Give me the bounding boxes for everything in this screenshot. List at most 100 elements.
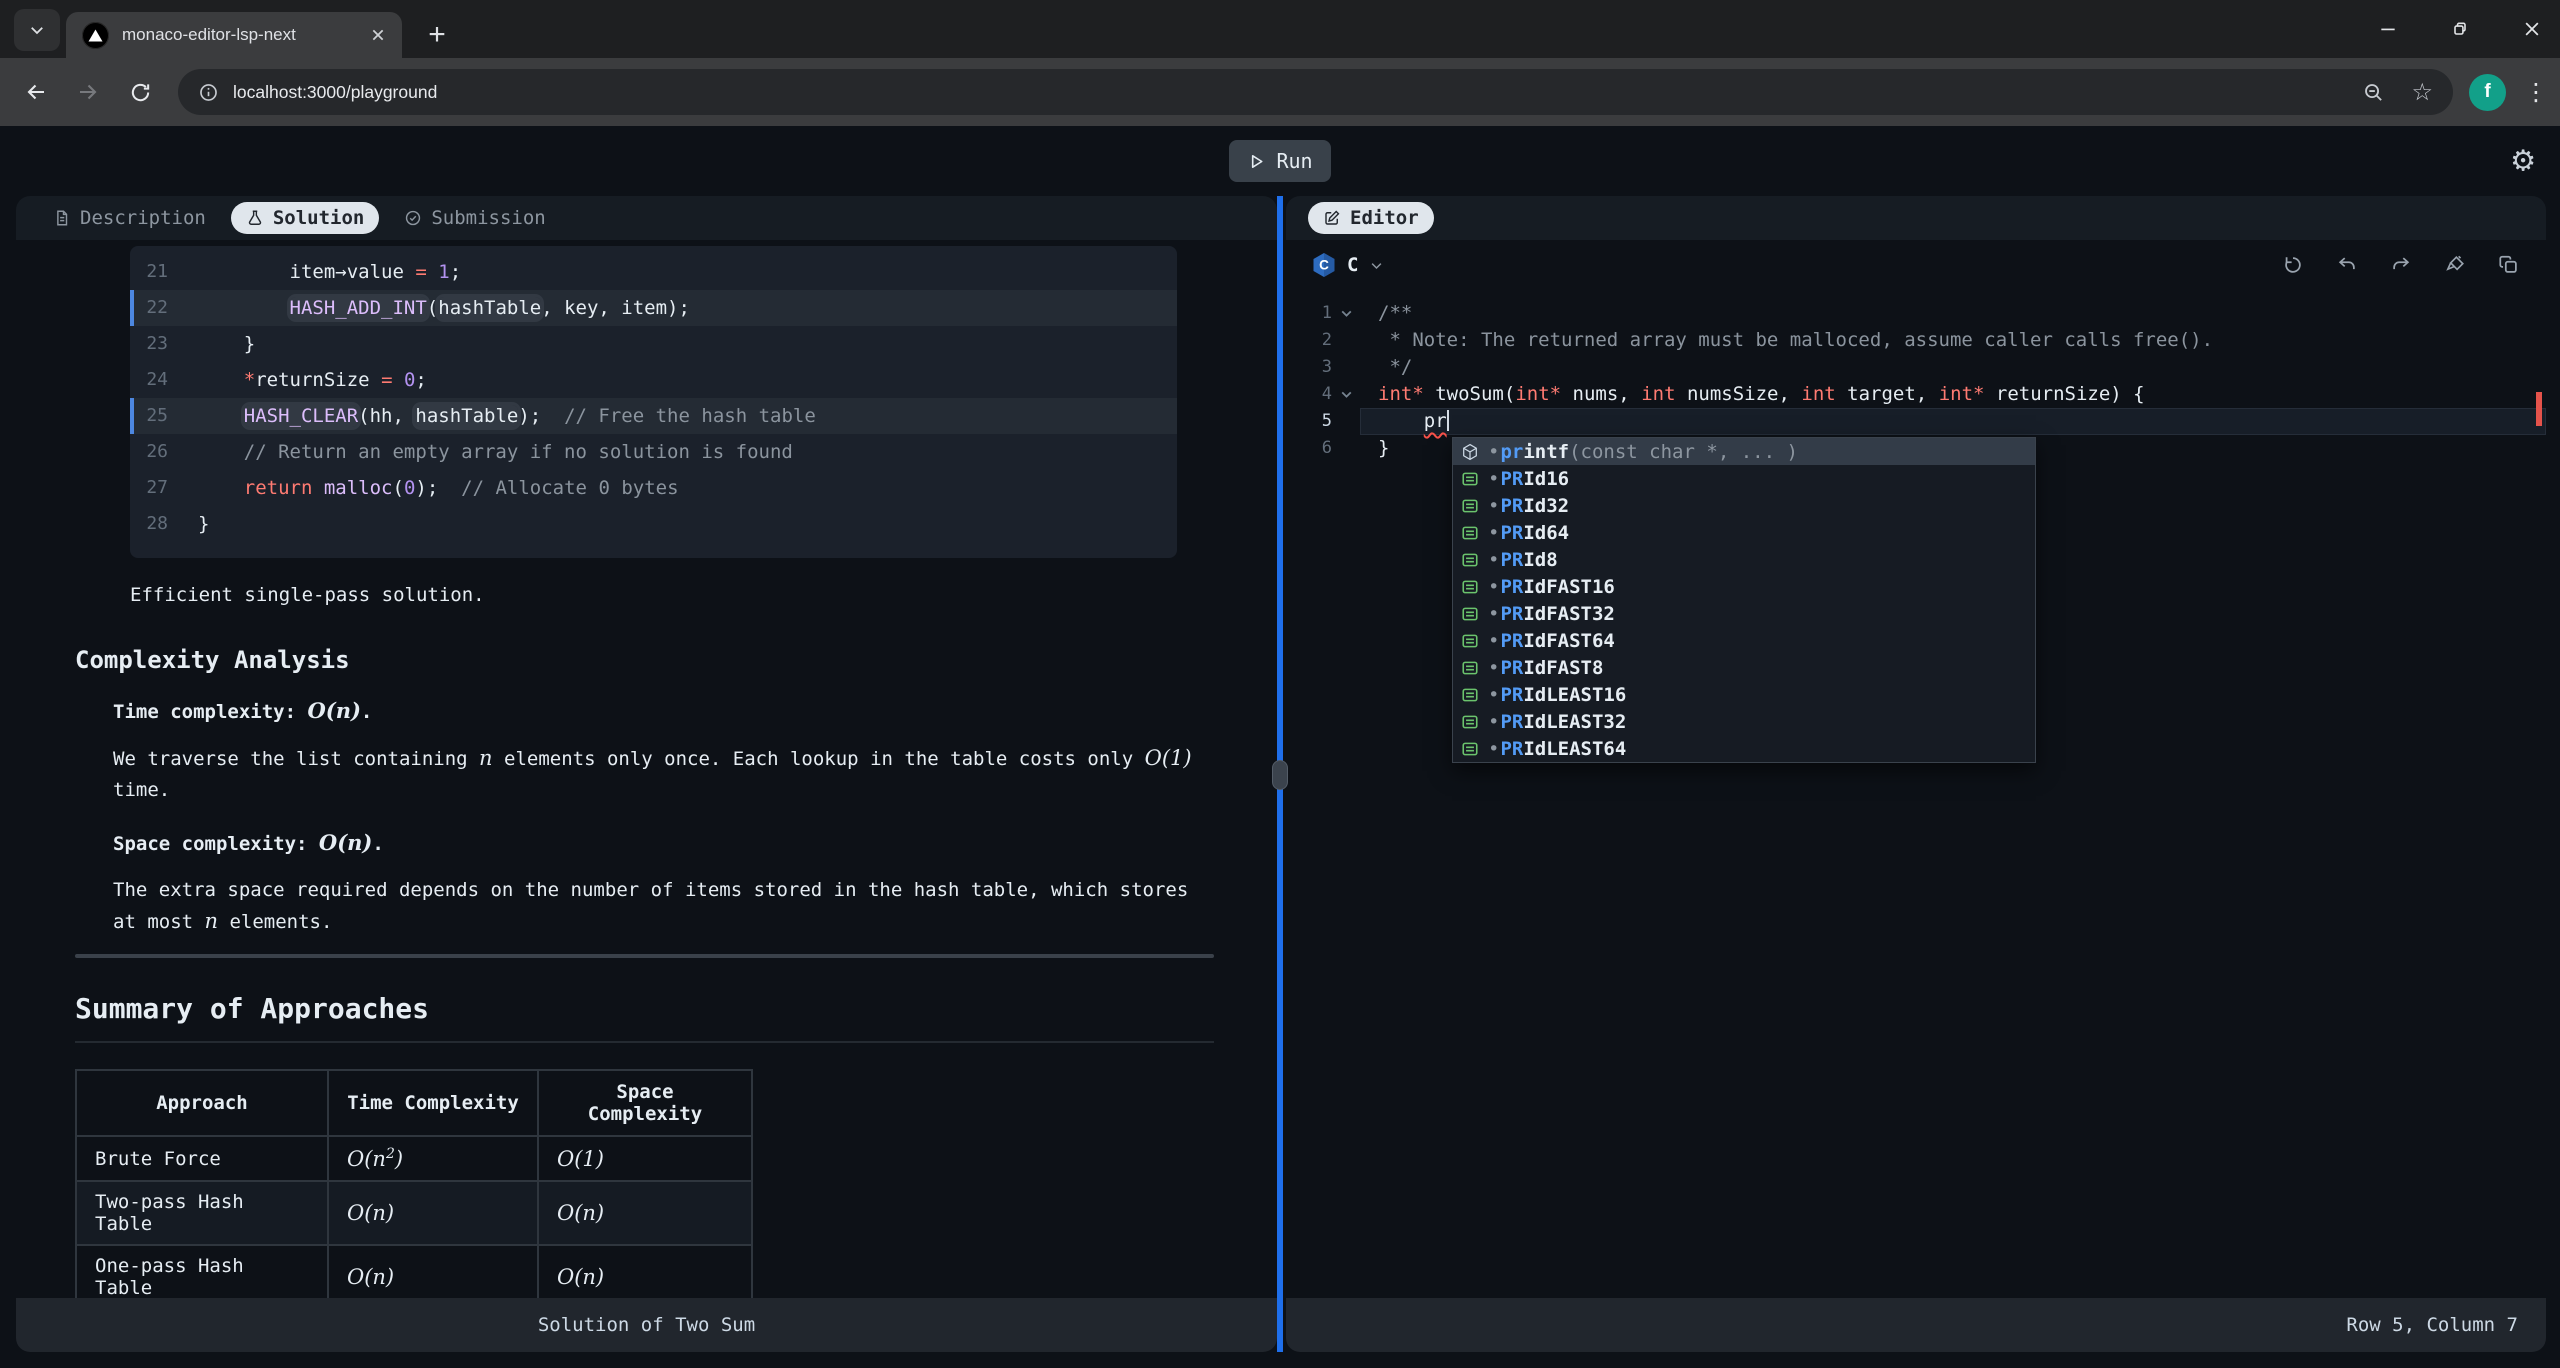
code-token: , [1916,383,1939,405]
address-bar[interactable]: localhost:3000/playground ☆ [178,69,2453,115]
table-row: One-pass Hash TableO(n)O(n) [76,1245,752,1298]
undo-icon[interactable] [2336,254,2358,276]
suggest-bullet: • [1488,684,1499,706]
constant-icon [1461,740,1485,758]
table-cell: O(n) [328,1245,538,1298]
math-expression: O(1) [1145,746,1192,770]
fold-chevron-icon[interactable] [1332,381,1360,408]
fold-chevron-icon[interactable] [1332,300,1360,327]
back-icon[interactable] [16,72,56,112]
suggest-label: intf [1523,441,1569,463]
redo-icon[interactable] [2390,254,2412,276]
editor-line[interactable]: 3 */ [1286,354,2546,381]
suggest-item[interactable]: •PRIdFAST64 [1453,627,2035,654]
suggest-bullet: • [1488,576,1499,598]
suggest-item[interactable]: •PRIdLEAST64 [1453,735,2035,762]
code-token [198,477,244,499]
tab-submission[interactable]: Submission [389,202,560,234]
fold-gutter [1332,408,1360,435]
format-brush-icon[interactable] [2444,254,2466,276]
editor-line[interactable]: 4int* twoSum(int* nums, int numsSize, in… [1286,381,2546,408]
code-line: 25 HASH_CLEAR(hh, hashTable); // Free th… [130,398,1177,434]
tab-close-icon[interactable] [370,27,386,43]
editor-line-number: 2 [1286,327,1332,354]
table-cell: O(1) [538,1136,752,1181]
new-tab-button[interactable]: + [418,16,456,54]
table-header-row: ApproachTime ComplexitySpace Complexity [76,1070,752,1136]
suggest-match-text: PR [1500,684,1523,706]
code-token: return [244,477,313,499]
code-token: ); [518,405,564,427]
code-line: 24 *returnSize = 0; [130,362,1177,398]
table-header-cell: Space Complexity [538,1070,752,1136]
code-token: // Return an empty array if no solution … [244,441,793,463]
run-button[interactable]: Run [1229,140,1330,182]
suggest-label: IdFAST32 [1523,603,1615,625]
code-token [1836,383,1847,405]
code-token: * Note: The returned array must be mallo… [1378,329,2213,351]
left-panel-tabs: Description Solution Submission [16,196,1277,240]
site-info-icon[interactable] [198,82,219,103]
maximize-restore-icon[interactable] [2448,17,2472,41]
suggest-item[interactable]: •PRId16 [1453,465,2035,492]
suggest-label: IdFAST16 [1523,576,1615,598]
table-row: Two-pass Hash TableO(n)O(n) [76,1181,752,1245]
menu-kebab-icon[interactable]: ⋮ [2524,78,2544,106]
chevron-down-icon [1369,258,1384,273]
code-token: ( [1504,383,1515,405]
time-complexity-paragraph: We traverse the list containing n elemen… [113,743,1217,806]
code-token: = [381,369,392,391]
suggest-item[interactable]: •PRIdFAST8 [1453,654,2035,681]
editor-toolbar: C C [1286,240,2546,290]
code-token: malloc [324,477,393,499]
tab-editor[interactable]: Editor [1308,202,1434,234]
edit-pencil-icon [1323,209,1341,227]
settings-gear-icon[interactable]: ⚙ [2510,147,2536,176]
tab-description[interactable]: Description [38,202,221,234]
forward-icon[interactable] [68,72,108,112]
suggest-match-text: PR [1500,657,1523,679]
editor-line[interactable]: 1/** [1286,300,2546,327]
profile-avatar[interactable]: f [2469,74,2506,111]
reload-icon[interactable] [120,72,160,112]
code-line: 27 return malloc(0); // Allocate 0 bytes [130,470,1177,506]
url-text[interactable]: localhost:3000/playground [233,82,2336,103]
code-token: int [1641,383,1675,405]
suggest-bullet: • [1488,657,1499,679]
editor-line[interactable]: 5 pr [1286,408,2546,435]
suggest-label: Id64 [1523,522,1569,544]
panel-resizer-grip[interactable] [1272,760,1288,790]
math-expression: n [205,909,219,933]
code-token: int [1801,383,1835,405]
language-selector[interactable]: C C [1312,252,1384,278]
editor-panel: Editor C C [1286,196,2546,1352]
suggest-item[interactable]: •PRId8 [1453,546,2035,573]
tab-solution[interactable]: Solution [231,202,380,234]
code-token: target [1847,383,1916,405]
suggest-item[interactable]: •PRIdFAST16 [1453,573,2035,600]
browser-tab[interactable]: monaco-editor-lsp-next [66,12,402,58]
tab-search-button[interactable] [14,9,60,51]
suggest-item[interactable]: •PRIdLEAST16 [1453,681,2035,708]
editor-code-text: pr [1360,408,2546,435]
suggest-item[interactable]: •PRIdFAST32 [1453,600,2035,627]
minimize-icon[interactable] [2376,17,2400,41]
space-complexity-paragraph: The extra space required depends on the … [113,875,1217,938]
window-close-icon[interactable] [2520,17,2544,41]
fold-gutter [1332,435,1360,462]
suggest-item[interactable]: •PRId32 [1453,492,2035,519]
reset-icon[interactable] [2282,254,2304,276]
editor-line[interactable]: 2 * Note: The returned array must be mal… [1286,327,2546,354]
suggest-item[interactable]: •PRId64 [1453,519,2035,546]
suggest-match-text: PR [1500,549,1523,571]
bookmark-star-icon[interactable]: ☆ [2411,80,2433,104]
zoom-out-icon[interactable] [2362,81,2385,104]
code-token: // Allocate 0 bytes [461,477,678,499]
svg-text:C: C [1319,258,1329,273]
copy-icon[interactable] [2498,254,2520,276]
play-icon [1247,152,1266,171]
solution-panel: Description Solution Submission 21 item→… [16,196,1277,1352]
suggest-item[interactable]: •PRIdLEAST32 [1453,708,2035,735]
site-favicon [82,22,109,49]
suggest-item[interactable]: •printf(const char *, ... ) [1453,438,2035,465]
